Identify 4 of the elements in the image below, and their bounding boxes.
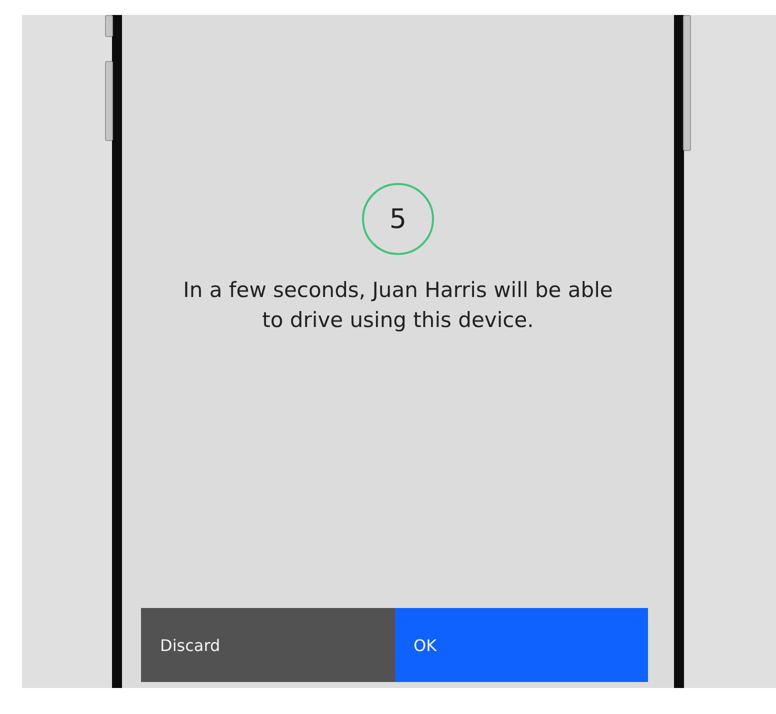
countdown-ring: 5 <box>362 183 434 255</box>
ok-button[interactable]: OK <box>394 608 648 682</box>
discard-button[interactable]: Discard <box>141 608 394 682</box>
message-text: In a few seconds, Juan Harris will be able to drive using this device. <box>182 277 614 334</box>
